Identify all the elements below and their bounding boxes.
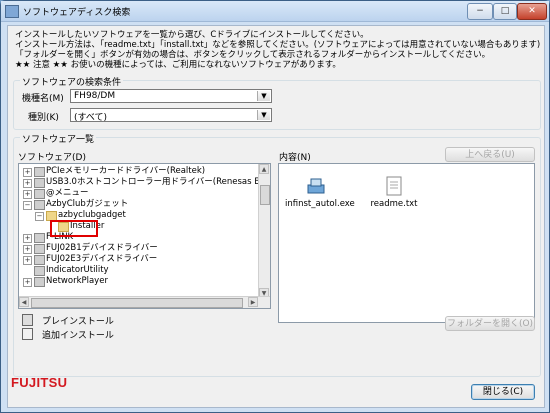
search-conditions-group: ソフトウェアの検索条件 機種名(M) FH98/DM ▼ 種別(K) (すべて)…: [13, 75, 541, 130]
legend-additional-label: 追加インストール: [42, 331, 114, 341]
warning-line: ★★ 注意 ★★ お使いの機種によっては、ご利用になれないソフトウェアがあります…: [15, 60, 341, 70]
minimize-button[interactable]: −: [467, 3, 493, 20]
content-file-label: readme.txt: [370, 199, 418, 209]
tree-item-label: @メニュー: [46, 188, 89, 198]
title-bar[interactable]: ソフトウェアディスク検索 − □ ✕: [1, 1, 549, 22]
additional-install-icon: [22, 328, 33, 340]
model-label: 機種名(M): [22, 94, 64, 104]
expand-icon[interactable]: +: [23, 179, 32, 188]
tree-item-label: FUJ02E3デバイスドライバー: [46, 254, 158, 264]
instruction-line: 「フォルダーを開く」ボタンが有効の場合は、ボタンをクリックして表示されるフォルダ…: [15, 50, 491, 60]
tree-horizontal-scrollbar[interactable]: ◀ ▶: [19, 296, 270, 308]
tree-item-label: IndicatorUtility: [46, 265, 109, 275]
list-group-title: ソフトウェア一覧: [20, 132, 97, 145]
text-document-icon: [386, 176, 402, 196]
scroll-thumb[interactable]: [260, 185, 270, 205]
scroll-right-icon[interactable]: ▶: [248, 297, 258, 307]
chevron-down-icon[interactable]: ▼: [257, 91, 270, 101]
window-title: ソフトウェアディスク検索: [23, 8, 131, 18]
installer-exe-icon: [307, 178, 325, 194]
folder-icon: [34, 255, 45, 265]
up-button[interactable]: 上へ戻る(U): [445, 147, 535, 162]
tree-item-label: FUJ02B1デバイスドライバー: [46, 243, 158, 253]
app-icon: [5, 5, 19, 18]
type-select[interactable]: (すべて) ▼: [70, 108, 272, 123]
type-value: (すべて): [74, 113, 108, 123]
tree-item-label: AzbyClubガジェット: [46, 199, 129, 209]
tree-item-label: USB3.0ホストコントローラー用ドライバー(Renesas Electroni…: [46, 177, 270, 187]
close-button[interactable]: 閉じる(C): [471, 384, 535, 400]
dialog-body: インストールしたいソフトウェアを一覧から選び、Cドライブにインストールしてくださ…: [7, 25, 545, 408]
scroll-up-icon[interactable]: ▲: [259, 164, 269, 174]
folder-icon: [34, 266, 45, 276]
type-label: 種別(K): [28, 113, 59, 123]
expand-icon[interactable]: +: [23, 168, 32, 177]
tree-vertical-scrollbar[interactable]: ▲ ▼: [258, 164, 270, 298]
contents-pane[interactable]: infinst_autol.exe readme.txt: [278, 163, 535, 323]
instruction-line: インストールしたいソフトウェアを一覧から選び、Cドライブにインストールしてくださ…: [15, 30, 369, 40]
legend-preinstall-label: プレインストール: [42, 317, 114, 327]
close-window-button[interactable]: ✕: [517, 3, 547, 20]
scroll-left-icon[interactable]: ◀: [19, 297, 29, 307]
maximize-button[interactable]: □: [493, 3, 517, 20]
chevron-down-icon[interactable]: ▼: [257, 110, 270, 120]
collapse-icon[interactable]: −: [23, 201, 32, 210]
folder-icon: [34, 167, 45, 177]
tree-item-label: NetworkPlayer: [46, 276, 108, 286]
expand-icon[interactable]: +: [23, 256, 32, 265]
main-window: ソフトウェアディスク検索 − □ ✕ インストールしたいソフトウェアを一覧から選…: [0, 0, 550, 413]
scroll-thumb[interactable]: [31, 298, 243, 308]
instructions: インストールしたいソフトウェアを一覧から選び、Cドライブにインストールしてくださ…: [15, 30, 540, 70]
expand-icon[interactable]: +: [23, 190, 32, 199]
folder-icon: [34, 189, 45, 199]
folder-icon: [34, 233, 45, 243]
folder-icon: [34, 178, 45, 188]
collapse-icon[interactable]: −: [35, 212, 44, 221]
model-select[interactable]: FH98/DM ▼: [70, 89, 272, 103]
model-value: FH98/DM: [74, 91, 116, 101]
selection-highlight: [50, 220, 98, 237]
content-file-exe[interactable]: infinst_autol.exe: [285, 176, 355, 209]
instruction-line: インストール方法は、「readme.txt」「install.txt」などを参照…: [15, 40, 541, 50]
content-label: 内容(N): [279, 153, 311, 163]
open-folder-button[interactable]: フォルダーを開く(O): [445, 316, 535, 331]
tree-item-label: PCIeメモリーカードドライバー(Realtek): [46, 166, 206, 176]
content-file-label: infinst_autol.exe: [285, 199, 355, 209]
software-label: ソフトウェア(D): [18, 153, 86, 163]
expand-icon[interactable]: +: [23, 245, 32, 254]
folder-icon: [34, 244, 45, 254]
expand-icon[interactable]: +: [23, 278, 32, 287]
expand-icon[interactable]: +: [23, 234, 32, 243]
search-group-title: ソフトウェアの検索条件: [20, 75, 124, 88]
content-file-txt[interactable]: readme.txt: [363, 176, 425, 209]
fujitsu-logo: FUJITSU: [11, 375, 68, 390]
preinstall-icon: [22, 314, 33, 326]
folder-icon: [34, 277, 45, 287]
folder-icon: [34, 200, 45, 210]
